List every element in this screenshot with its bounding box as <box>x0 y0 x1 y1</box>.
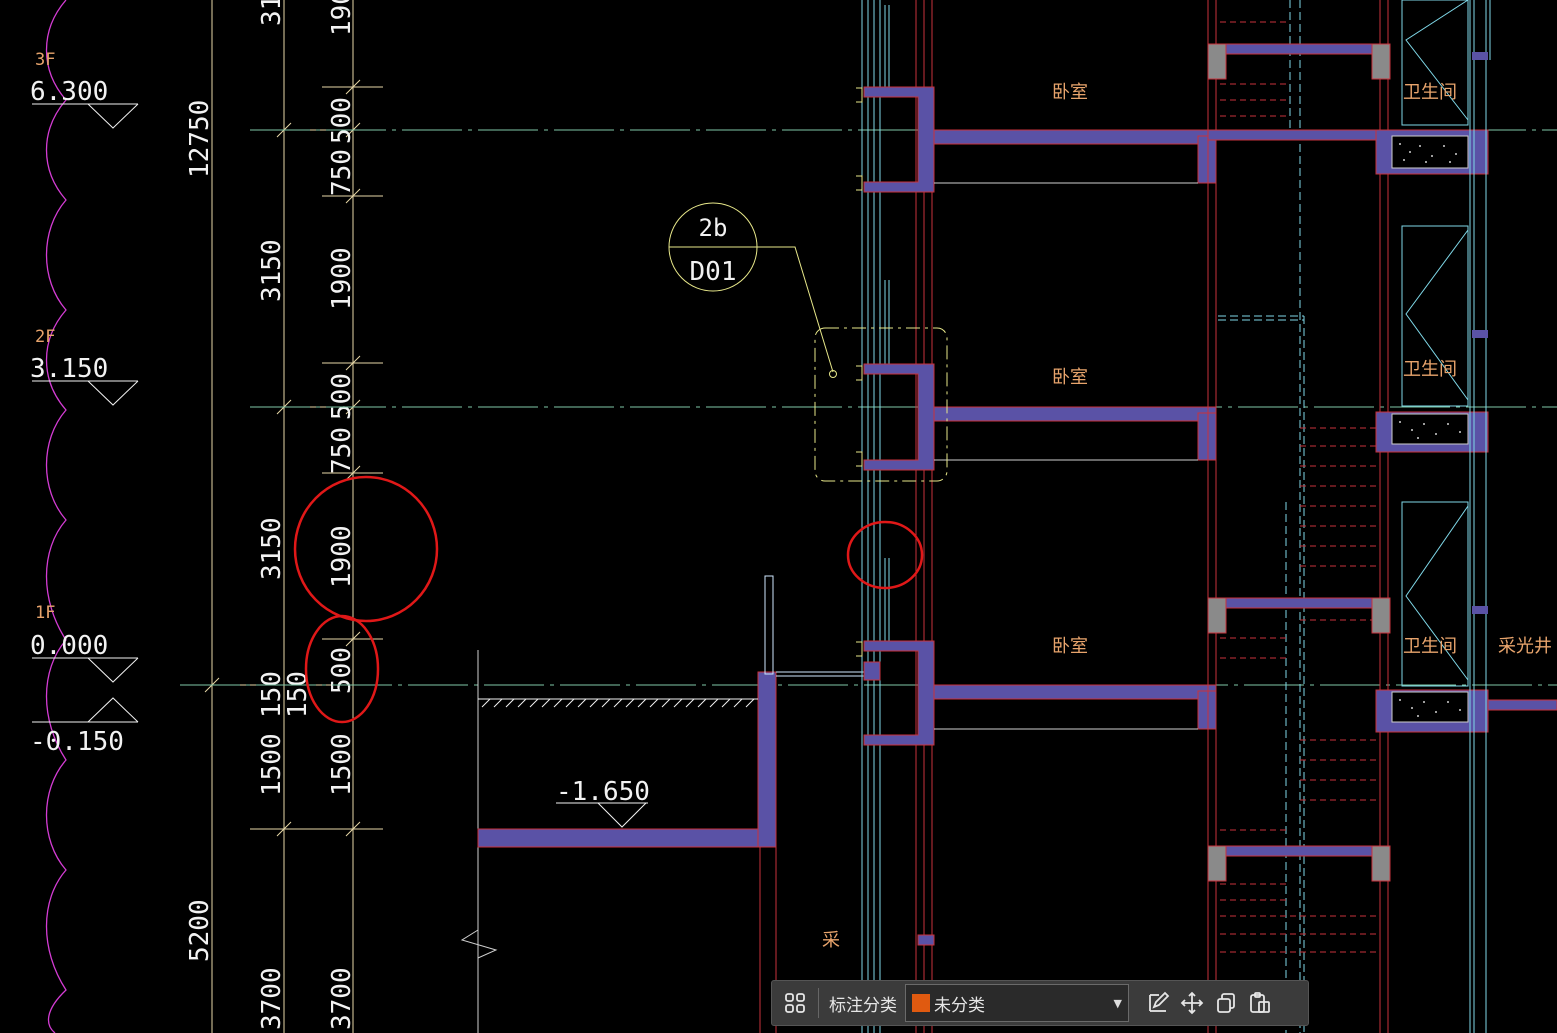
callout-sheet: D01 <box>690 257 737 287</box>
level-elevation: -0.150 <box>30 727 124 757</box>
room-label-bedroom-2f: 卧室 <box>1052 367 1088 388</box>
callout-number: 2b <box>699 214 728 242</box>
level-marker-ground: -0.150 <box>30 697 139 757</box>
basement-pit: -1.650 <box>460 575 864 1033</box>
svg-text:31: 31 <box>257 0 287 26</box>
toolbar-divider <box>818 988 819 1018</box>
svg-text:500: 500 <box>327 373 357 420</box>
edit-icon[interactable] <box>1141 986 1175 1020</box>
annotation-toolbar: 标注分类 未分类 ▼ <box>771 980 1309 1026</box>
room-label-bathroom-2f: 卫生间 <box>1403 359 1457 380</box>
level-elevation: 0.000 <box>30 631 108 661</box>
svg-text:1900: 1900 <box>327 525 357 588</box>
move-icon[interactable] <box>1175 986 1209 1020</box>
svg-text:1500: 1500 <box>327 733 357 796</box>
detail-callout[interactable]: 2b D01 <box>668 202 948 482</box>
svg-text:190: 190 <box>327 0 357 36</box>
category-select-value: 未分类 <box>934 995 985 1016</box>
middle-dimensions: 31 3150 3150 150 1500 3700 <box>257 0 287 1030</box>
paste-icon[interactable] <box>1243 986 1277 1020</box>
svg-text:3700: 3700 <box>257 967 287 1030</box>
room-label-lightwell: 采光井 <box>1498 636 1552 657</box>
svg-text:500: 500 <box>327 97 357 144</box>
room-label-bathroom-3f: 卫生间 <box>1403 82 1457 103</box>
svg-text:5200: 5200 <box>185 899 215 962</box>
copy-icon[interactable] <box>1209 986 1243 1020</box>
svg-text:3150: 3150 <box>257 239 287 302</box>
revision-cloud <box>45 0 67 1033</box>
level-marker-2f: 2F 3.150 <box>30 327 139 406</box>
level-marker-3f: 3F 6.300 <box>30 50 139 129</box>
svg-text:500: 500 <box>327 647 357 694</box>
svg-text:750: 750 <box>327 149 357 196</box>
level-marker-1f: 1F 0.000 <box>30 603 139 683</box>
window-markers <box>856 87 863 657</box>
room-label-bedroom-3f: 卧室 <box>1052 82 1088 103</box>
annotation-category-label: 标注分类 <box>829 995 897 1016</box>
room-label-bedroom-1f: 卧室 <box>1052 636 1088 657</box>
svg-text:3700: 3700 <box>327 967 357 1030</box>
grid-icon[interactable] <box>778 986 812 1020</box>
svg-text:1500: 1500 <box>257 733 287 796</box>
level-name: 1F <box>35 603 55 623</box>
svg-text:1900: 1900 <box>327 247 357 310</box>
svg-text:12750: 12750 <box>185 100 215 178</box>
room-label-bathroom-1f: 卫生间 <box>1403 636 1457 657</box>
wall-sections <box>863 86 1217 946</box>
cad-canvas[interactable]: 3F 6.300 2F 3.150 1F 0.000 -0.150 12750 … <box>0 0 1557 1033</box>
room-label-partial: 采 <box>822 930 840 951</box>
annotation-category-select[interactable]: 未分类 ▼ <box>905 984 1129 1022</box>
category-color-swatch <box>912 994 930 1012</box>
svg-text:750: 750 <box>327 427 357 474</box>
markup-circle-1900 <box>293 475 439 623</box>
level-elevation: 3.150 <box>30 354 108 384</box>
right-structure <box>1207 0 1557 1033</box>
chevron-down-icon: ▼ <box>1113 997 1122 1010</box>
outer-dimensions: 12750 5200 <box>185 100 215 962</box>
level-elevation: 6.300 <box>30 77 108 107</box>
svg-text:3150: 3150 <box>257 517 287 580</box>
dim-150-extra: 150 <box>283 671 313 718</box>
level-name: 2F <box>35 327 55 347</box>
level-name: 3F <box>35 50 55 70</box>
